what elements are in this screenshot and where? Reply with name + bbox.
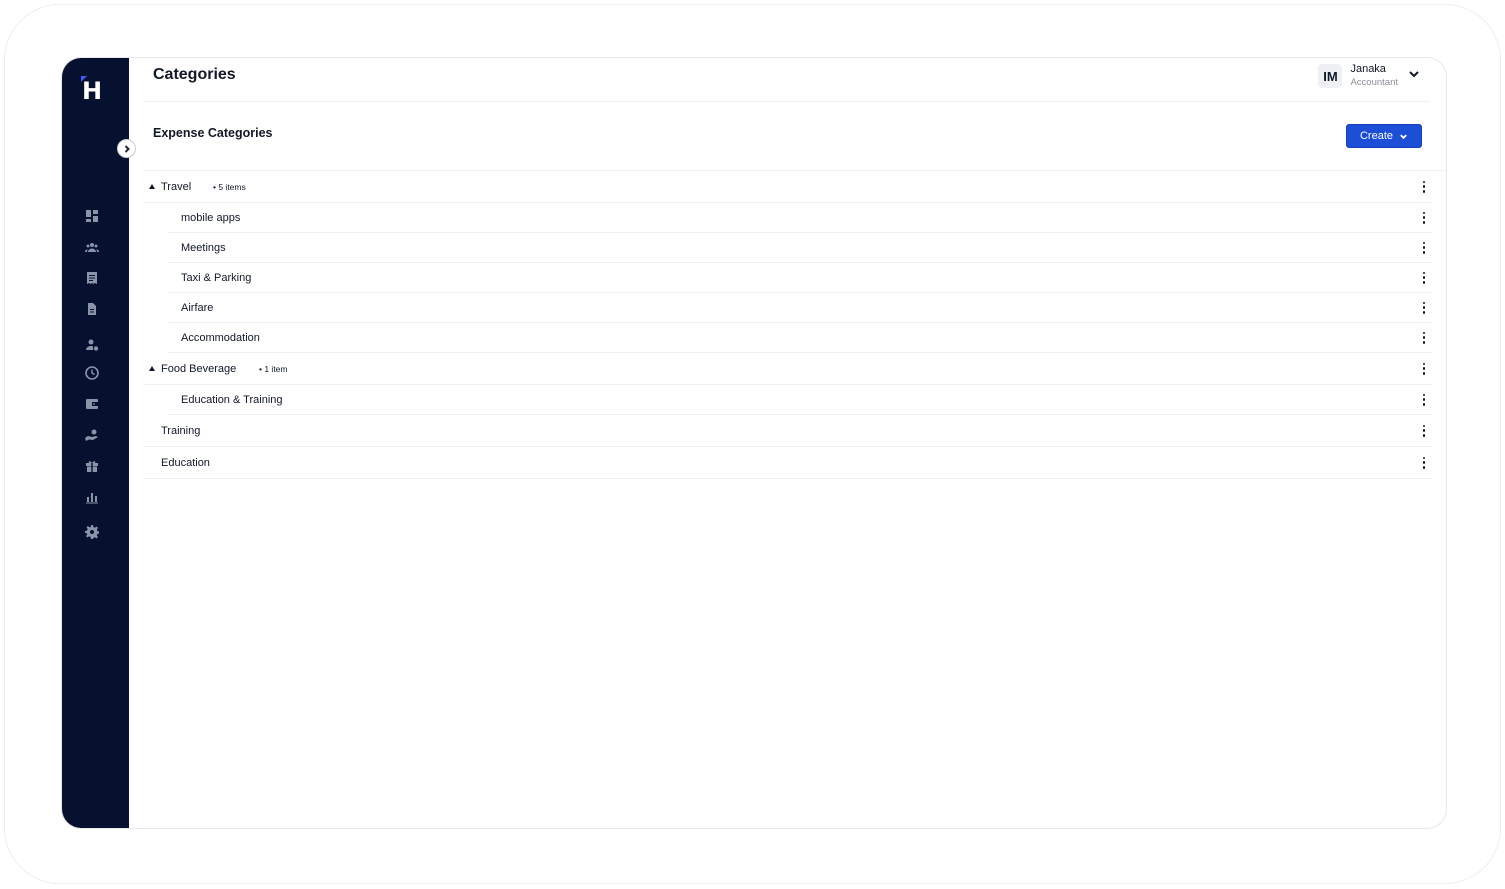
list-item[interactable]: Airfare	[167, 293, 1432, 323]
app-window: H Categories IM Janaka Accountant Expens…	[61, 57, 1447, 829]
caret-up-icon[interactable]	[149, 365, 155, 371]
sidebar-toggle-button[interactable]	[117, 139, 136, 158]
wallet-icon[interactable]	[85, 397, 99, 411]
chevron-right-icon	[124, 144, 130, 153]
topbar: Categories IM Janaka Accountant	[145, 58, 1430, 102]
more-options-icon[interactable]	[1422, 424, 1426, 437]
more-options-icon[interactable]	[1422, 393, 1426, 406]
category-row-travel[interactable]: Travel • 5 items	[145, 171, 1432, 203]
logo[interactable]: H	[82, 78, 106, 104]
more-options-icon[interactable]	[1422, 331, 1426, 344]
create-button-label: Create	[1359, 130, 1394, 142]
list-item[interactable]: mobile apps	[167, 203, 1432, 233]
category-list: Travel • 5 items mobile apps Meetings Ta…	[145, 171, 1432, 479]
more-options-icon[interactable]	[1422, 271, 1426, 284]
more-options-icon[interactable]	[1422, 301, 1426, 314]
subcategory-label: mobile apps	[181, 211, 241, 224]
chevron-down-icon	[1400, 134, 1407, 139]
more-options-icon[interactable]	[1422, 362, 1426, 375]
receipt-icon[interactable]	[85, 271, 99, 285]
more-options-icon[interactable]	[1422, 241, 1426, 254]
user-info: Janaka Accountant	[1350, 62, 1398, 90]
document-icon[interactable]	[85, 302, 99, 316]
user-role: Accountant	[1350, 77, 1398, 88]
dashboard-icon[interactable]	[85, 209, 99, 223]
bar-chart-icon[interactable]	[85, 490, 99, 504]
avatar[interactable]: IM	[1318, 64, 1343, 88]
more-options-icon[interactable]	[1422, 456, 1426, 469]
money-hand-icon[interactable]	[85, 428, 99, 442]
list-item[interactable]: Taxi & Parking	[167, 263, 1432, 293]
subcategory-label: Meetings	[181, 241, 226, 254]
category-label: Training	[161, 424, 201, 437]
list-item[interactable]: Meetings	[167, 233, 1432, 263]
category-row-education[interactable]: Education	[145, 447, 1432, 479]
sidebar: H	[62, 58, 129, 828]
gear-icon[interactable]	[85, 525, 99, 539]
user-settings-icon[interactable]	[85, 338, 99, 352]
subcategory-label: Accommodation	[181, 331, 260, 344]
user-menu[interactable]: IM Janaka Accountant	[1318, 62, 1420, 90]
create-button[interactable]: Create	[1346, 124, 1422, 148]
page-title: Categories	[153, 66, 236, 83]
section-title: Expense Categories	[153, 126, 273, 140]
gift-icon[interactable]	[85, 459, 99, 473]
list-item[interactable]: Accommodation	[167, 323, 1432, 353]
item-count-badge: • 5 items	[213, 181, 246, 192]
item-count-badge: • 1 item	[259, 363, 288, 374]
list-item[interactable]: Education & Training	[167, 385, 1432, 415]
more-options-icon[interactable]	[1422, 180, 1426, 193]
chevron-down-icon[interactable]	[1408, 67, 1420, 85]
category-row-food-beverage[interactable]: Food Beverage • 1 item	[145, 353, 1432, 385]
main-content: Categories IM Janaka Accountant Expense …	[129, 58, 1446, 828]
category-label: Food Beverage	[161, 362, 237, 375]
subcategory-label: Education & Training	[181, 393, 283, 406]
subcategory-label: Taxi & Parking	[181, 271, 252, 284]
subcategory-label: Airfare	[181, 301, 214, 314]
caret-up-icon[interactable]	[149, 183, 155, 189]
clock-icon[interactable]	[85, 366, 99, 380]
team-icon[interactable]	[85, 240, 99, 254]
category-label: Travel	[161, 180, 192, 193]
section-header: Expense Categories Create	[145, 102, 1446, 171]
user-name: Janaka	[1350, 63, 1386, 75]
more-options-icon[interactable]	[1422, 211, 1426, 224]
category-label: Education	[161, 456, 210, 469]
category-row-training[interactable]: Training	[145, 415, 1432, 447]
